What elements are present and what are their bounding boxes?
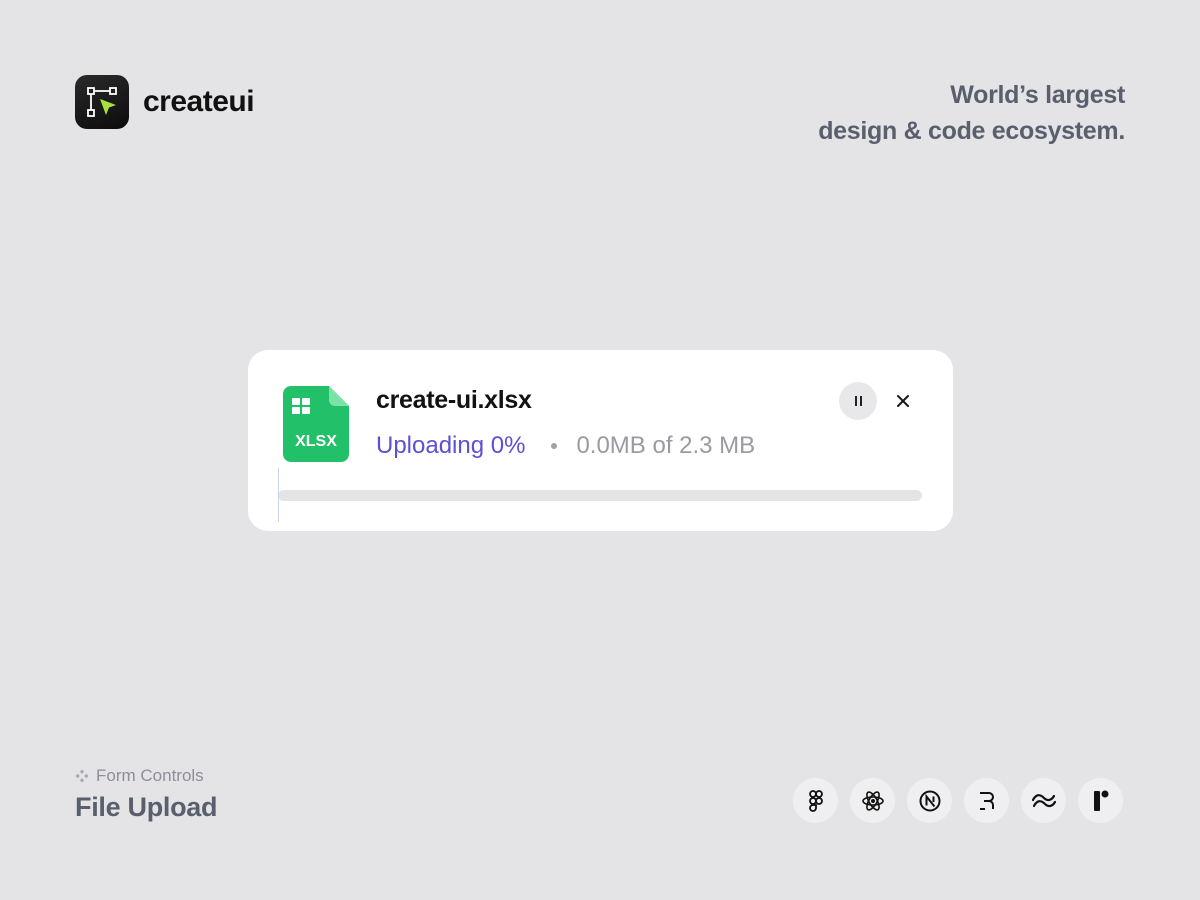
tech-stack-icons (793, 778, 1123, 823)
component-diamond-icon (75, 769, 89, 783)
figma-icon (793, 778, 838, 823)
page-title: File Upload (75, 792, 218, 822)
framer-icon (1078, 778, 1123, 823)
brand-name: createui (143, 85, 255, 118)
pause-icon (853, 396, 863, 406)
tagline: World’s largest design & code ecosystem. (818, 77, 1125, 149)
close-icon (897, 395, 909, 407)
remix-icon (964, 778, 1009, 823)
brand: createui (75, 75, 255, 129)
upload-status-line: Uploading 0% 0.0MB of 2.3 MB (376, 432, 755, 460)
separator-dot (551, 443, 558, 449)
close-button[interactable] (889, 387, 917, 415)
file-type-label: XLSX (295, 433, 337, 450)
upload-status: Uploading 0% (376, 432, 526, 459)
progress-start-marker (278, 468, 279, 522)
vector-select-cursor-icon (75, 75, 129, 129)
tagline-line-1: World’s largest (950, 81, 1125, 109)
react-icon (850, 778, 895, 823)
upload-progress-bar (278, 490, 922, 501)
file-upload-card: XLSX create-ui.xlsx Uploading 0% 0.0MB o… (248, 350, 953, 531)
upload-size: 0.0MB of 2.3 MB (576, 432, 756, 459)
category-text: Form Controls (96, 766, 204, 785)
spreadsheet-file-icon: XLSX (283, 386, 349, 462)
tagline-line-2: design & code ecosystem. (818, 117, 1125, 145)
pause-button[interactable] (839, 382, 877, 420)
tailwind-icon (1021, 778, 1066, 823)
nextjs-icon (907, 778, 952, 823)
category-label: Form Controls (75, 766, 204, 786)
file-name: create-ui.xlsx (376, 386, 532, 414)
